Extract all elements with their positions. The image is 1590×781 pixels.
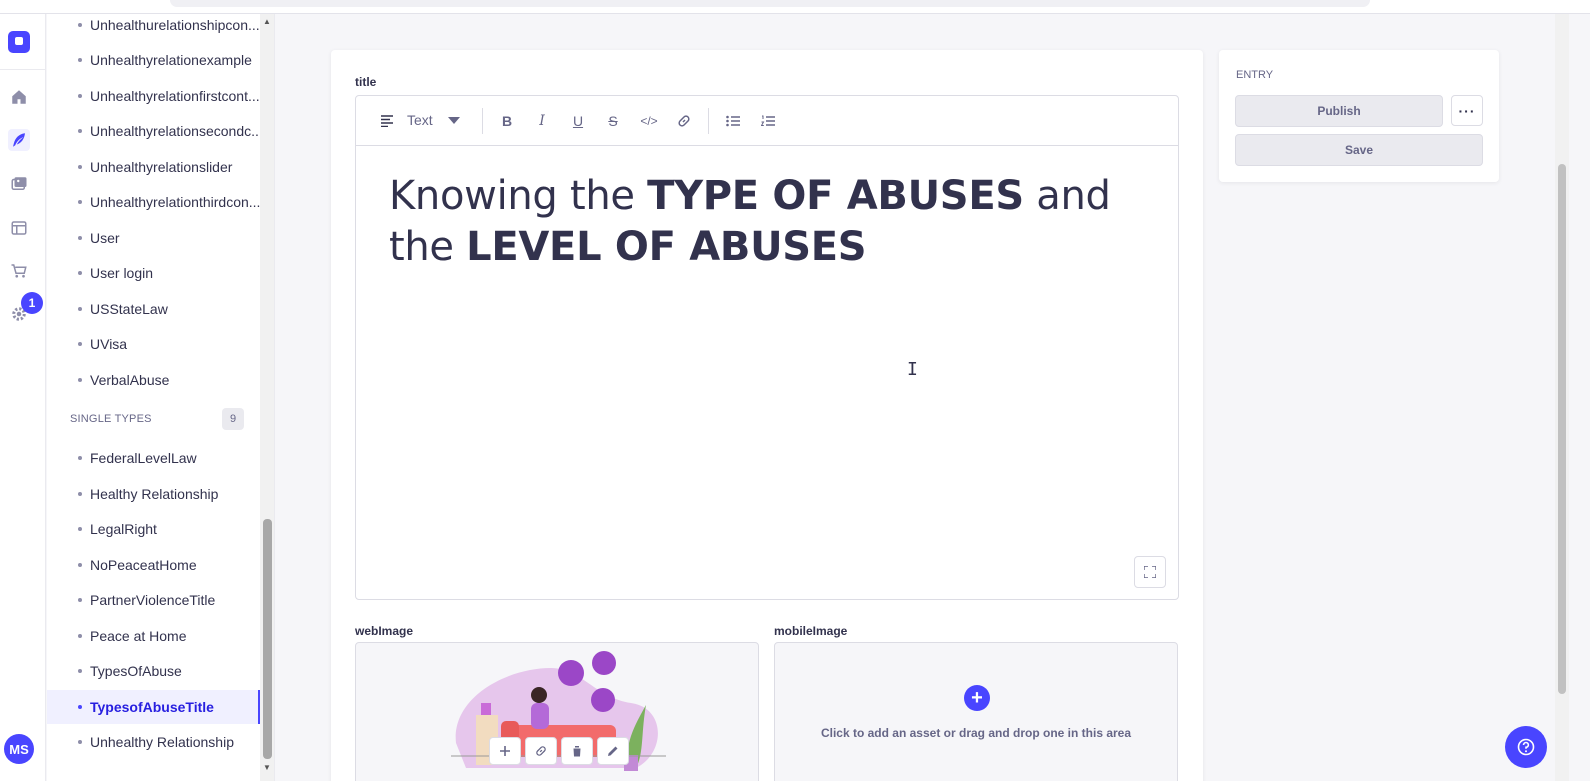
publish-button[interactable]: Publish	[1235, 95, 1443, 127]
heading-text-part: Knowing the	[389, 173, 648, 219]
single-types-count-badge: 9	[222, 408, 244, 430]
code-icon[interactable]: </>	[637, 109, 661, 133]
browser-top-strip	[0, 0, 1590, 14]
user-avatar[interactable]: MS	[4, 734, 34, 764]
nav-item[interactable]: Unhealthyrelationthirdcon...	[47, 185, 260, 219]
toolbar-divider	[482, 108, 483, 134]
nav-item[interactable]: Unhealthyrelationfirstcont...	[47, 79, 260, 113]
bullet-list-icon[interactable]	[721, 109, 745, 133]
editor-heading-text[interactable]: Knowing the TYPE OF ABUSES and the LEVEL…	[389, 171, 1149, 273]
nav-item[interactable]: VerbalAbuse	[47, 363, 260, 397]
nav-item[interactable]: Unhealthurelationshipcon...	[47, 14, 260, 42]
notification-badge: 1	[21, 292, 43, 314]
add-asset-icon[interactable]: +	[964, 685, 990, 711]
page-scrollbar[interactable]	[1555, 14, 1569, 781]
nav-scrollbar-thumb[interactable]	[263, 519, 272, 759]
link-icon[interactable]	[672, 109, 696, 133]
nav-item[interactable]: User	[47, 221, 260, 255]
italic-icon[interactable]: I	[530, 109, 554, 133]
media-library-icon[interactable]	[8, 173, 30, 195]
nav-item[interactable]: UVisa	[47, 327, 260, 361]
marketplace-icon[interactable]	[8, 260, 30, 282]
content-types-nav: Unhealthurelationshipcon... Unhealthyrel…	[47, 14, 275, 781]
chevron-down-icon[interactable]	[442, 109, 466, 133]
scroll-down-arrow-icon[interactable]: ▼	[263, 763, 271, 772]
toolbar-divider	[708, 108, 709, 134]
heading-bold-text: LEVEL OF ABUSES	[466, 224, 867, 270]
text-cursor-icon: I	[907, 359, 918, 380]
help-icon	[1517, 738, 1535, 756]
image-actions	[489, 737, 629, 765]
block-type-select[interactable]: Text	[407, 112, 433, 128]
main-nav-rail: 1 MS	[0, 14, 46, 781]
save-button[interactable]: Save	[1235, 134, 1483, 166]
heading-bold-text: TYPE OF ABUSES	[647, 173, 1024, 219]
nav-item[interactable]: FederalLevelLaw	[47, 441, 260, 475]
nav-item[interactable]: Unhealthy Relationship	[47, 725, 260, 759]
nav-item[interactable]: TypesOfAbuse	[47, 654, 260, 688]
nav-item[interactable]: USStateLaw	[47, 292, 260, 326]
nav-item[interactable]: Unhealthyrelationslider	[47, 150, 260, 184]
dropzone-hint: Click to add an asset or drag and drop o…	[820, 726, 1132, 740]
edit-form-card: title Text B I U S </> Knowing the TYPE …	[331, 50, 1203, 781]
nav-item[interactable]: PartnerViolenceTitle	[47, 583, 260, 617]
trash-icon[interactable]	[561, 737, 593, 765]
expand-icon[interactable]	[1134, 556, 1166, 588]
title-field-label: title	[355, 75, 377, 89]
web-image-preview[interactable]	[355, 642, 759, 781]
more-actions-button[interactable]: ···	[1451, 95, 1483, 126]
nav-scrollbar[interactable]: ▲ ▼	[260, 14, 274, 781]
home-icon[interactable]	[8, 86, 30, 108]
strikethrough-icon[interactable]: S	[601, 109, 625, 133]
bold-icon[interactable]: B	[495, 109, 519, 133]
nav-item[interactable]: Unhealthyrelationsecondc...	[47, 114, 260, 148]
nav-item[interactable]: User login	[47, 256, 260, 290]
nav-item-active[interactable]: TypesofAbuseTitle	[47, 690, 260, 724]
nav-item[interactable]: Peace at Home	[47, 619, 260, 653]
entry-panel-title: ENTRY	[1236, 69, 1274, 81]
paragraph-icon	[376, 109, 400, 133]
rich-text-editor[interactable]: Text B I U S </> Knowing the TYPE OF ABU…	[355, 95, 1179, 600]
nav-item[interactable]: NoPeaceatHome	[47, 548, 260, 582]
address-bar[interactable]	[170, 0, 1370, 7]
mobile-image-label: mobileImage	[774, 624, 848, 638]
editor-toolbar: Text B I U S </>	[356, 96, 1178, 146]
underline-icon[interactable]: U	[566, 109, 590, 133]
rail-divider	[0, 69, 46, 70]
add-icon[interactable]	[489, 737, 521, 765]
content-type-builder-icon[interactable]	[8, 217, 30, 239]
web-image-label: webImage	[355, 624, 414, 638]
content-manager-icon[interactable]	[8, 129, 30, 151]
scroll-up-arrow-icon[interactable]: ▲	[263, 17, 271, 26]
nav-item[interactable]: Healthy Relationship	[47, 477, 260, 511]
page-scrollbar-thumb[interactable]	[1558, 164, 1566, 694]
nav-item[interactable]: Unhealthyrelationexample	[47, 43, 260, 77]
entry-panel: ENTRY Publish ··· Save	[1219, 50, 1499, 182]
numbered-list-icon[interactable]	[756, 109, 780, 133]
mobile-image-dropzone[interactable]: + Click to add an asset or drag and drop…	[774, 642, 1178, 781]
help-button[interactable]	[1505, 726, 1547, 768]
logo-icon[interactable]	[8, 31, 30, 53]
single-types-heading[interactable]: SINGLE TYPES	[70, 413, 152, 425]
link-icon[interactable]	[525, 737, 557, 765]
nav-item[interactable]: LegalRight	[47, 512, 260, 546]
edit-pencil-icon[interactable]	[597, 737, 629, 765]
